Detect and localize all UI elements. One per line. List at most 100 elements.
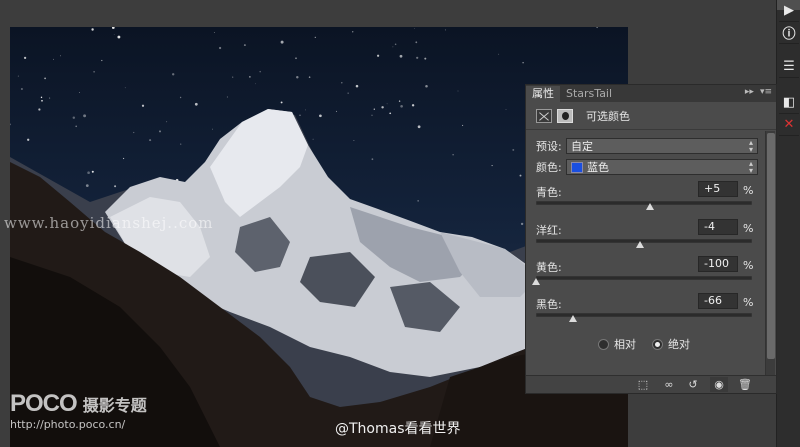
star bbox=[417, 200, 419, 202]
star bbox=[452, 154, 454, 156]
star bbox=[10, 123, 11, 126]
star bbox=[512, 148, 515, 151]
selective-color-icon[interactable] bbox=[536, 108, 552, 123]
star bbox=[411, 104, 415, 107]
preset-label: 预设: bbox=[536, 140, 562, 153]
black-slider-handle[interactable] bbox=[568, 315, 577, 322]
star bbox=[41, 99, 43, 102]
star bbox=[299, 114, 301, 116]
reset-icon[interactable]: ↺ bbox=[684, 377, 702, 392]
star bbox=[117, 35, 121, 39]
panel-menu-icon[interactable]: ▾≡ bbox=[760, 87, 772, 97]
adjustments-icon[interactable]: ◧ bbox=[779, 92, 799, 114]
panel-tabs: 属性 StarsTail ▸▸ ▾≡ bbox=[526, 85, 776, 102]
star bbox=[522, 61, 524, 64]
preset-select[interactable]: 自定 ▴ ▾ bbox=[566, 138, 758, 154]
cyan-slider-track[interactable] bbox=[536, 201, 752, 205]
cyan-value-input[interactable]: +5 bbox=[698, 181, 738, 197]
magenta-value-input[interactable]: -4 bbox=[698, 219, 738, 235]
yellow-slider-handle[interactable] bbox=[532, 278, 540, 285]
star bbox=[101, 59, 103, 62]
star bbox=[259, 70, 261, 73]
star bbox=[353, 139, 355, 141]
select-arrows-icon: ▴ ▾ bbox=[748, 159, 753, 175]
star bbox=[398, 100, 401, 102]
star bbox=[314, 36, 316, 39]
star bbox=[371, 158, 374, 161]
star bbox=[75, 125, 77, 128]
star bbox=[179, 96, 182, 99]
star bbox=[389, 112, 392, 115]
star bbox=[232, 76, 234, 78]
play-icon[interactable]: ▶ bbox=[779, 0, 799, 22]
star bbox=[49, 97, 51, 99]
info-icon[interactable]: ⓘ bbox=[779, 22, 799, 44]
star bbox=[347, 92, 349, 94]
site-watermark: www.haoyidianshej..com bbox=[4, 214, 214, 232]
adjustment-header: 可选颜色 bbox=[526, 102, 776, 130]
star bbox=[376, 54, 380, 57]
star bbox=[159, 130, 161, 133]
photoshop-workspace: www.haoyidianshej..com POCO 摄影专题 http://… bbox=[0, 0, 800, 447]
star bbox=[414, 28, 415, 29]
color-select[interactable]: 蓝色 ▴ ▾ bbox=[566, 159, 758, 175]
star bbox=[519, 174, 522, 177]
radio-absolute-button[interactable] bbox=[652, 338, 663, 350]
star bbox=[444, 29, 446, 31]
clip-to-layer-icon[interactable]: ⬚ bbox=[634, 377, 652, 392]
cyan-label: 青色: bbox=[536, 186, 562, 199]
color-swatch bbox=[571, 161, 583, 173]
panel-scrollbar[interactable] bbox=[765, 131, 775, 375]
star bbox=[308, 76, 311, 78]
photo-credit: @Thomas看看世界 bbox=[335, 421, 461, 437]
black-value-input[interactable]: -66 bbox=[698, 293, 738, 309]
cyan-slider-handle[interactable] bbox=[646, 203, 655, 210]
collapse-panel-icon[interactable]: ▸▸ bbox=[745, 87, 754, 97]
star bbox=[124, 87, 126, 89]
trash-icon[interactable]: 🗑 bbox=[736, 377, 754, 392]
tab-properties[interactable]: 属性 bbox=[526, 86, 560, 102]
star bbox=[20, 87, 23, 91]
magenta-slider-track[interactable] bbox=[536, 239, 752, 243]
preset-row: 预设: 自定 ▴ ▾ bbox=[536, 138, 758, 154]
cancel-icon[interactable]: ✕ bbox=[779, 114, 799, 136]
yellow-value-input[interactable]: -100 bbox=[698, 256, 738, 272]
radio-relative-label: 相对 bbox=[614, 338, 636, 351]
star bbox=[27, 138, 30, 141]
layer-mask-icon[interactable] bbox=[557, 108, 573, 123]
star bbox=[498, 53, 500, 55]
method-radio-group: 相对 绝对 bbox=[598, 336, 690, 352]
star bbox=[172, 73, 175, 76]
layers-icon[interactable]: ☰ bbox=[779, 56, 799, 78]
star bbox=[113, 34, 115, 35]
star bbox=[72, 116, 76, 119]
yellow-label: 黄色: bbox=[536, 261, 562, 274]
poco-url: http://photo.poco.cn/ bbox=[10, 418, 126, 431]
yellow-slider-track[interactable] bbox=[536, 276, 752, 280]
star bbox=[180, 143, 182, 145]
star bbox=[295, 57, 297, 60]
radio-relative[interactable]: 相对 bbox=[598, 336, 636, 352]
star bbox=[141, 104, 145, 107]
color-row: 颜色: 蓝色 ▴ ▾ bbox=[536, 159, 758, 175]
tab-starstail[interactable]: StarsTail bbox=[560, 86, 618, 102]
star bbox=[249, 76, 251, 78]
star bbox=[296, 76, 299, 79]
radio-absolute[interactable]: 绝对 bbox=[652, 336, 690, 352]
star bbox=[386, 103, 388, 105]
radio-relative-button[interactable] bbox=[598, 338, 609, 350]
magenta-slider-handle[interactable] bbox=[635, 241, 644, 248]
star bbox=[416, 56, 419, 59]
star bbox=[133, 131, 135, 134]
poco-logo-text: POCO bbox=[10, 390, 78, 417]
star bbox=[392, 46, 394, 48]
star bbox=[91, 170, 94, 173]
star bbox=[335, 110, 337, 112]
eye-icon[interactable]: ◉ bbox=[710, 377, 728, 392]
star bbox=[341, 82, 343, 84]
visibility-chain-icon[interactable]: ∞ bbox=[660, 377, 678, 392]
adjustment-title: 可选颜色 bbox=[586, 109, 630, 123]
star bbox=[23, 56, 27, 60]
star bbox=[79, 92, 81, 94]
black-label: 黑色: bbox=[536, 298, 562, 311]
